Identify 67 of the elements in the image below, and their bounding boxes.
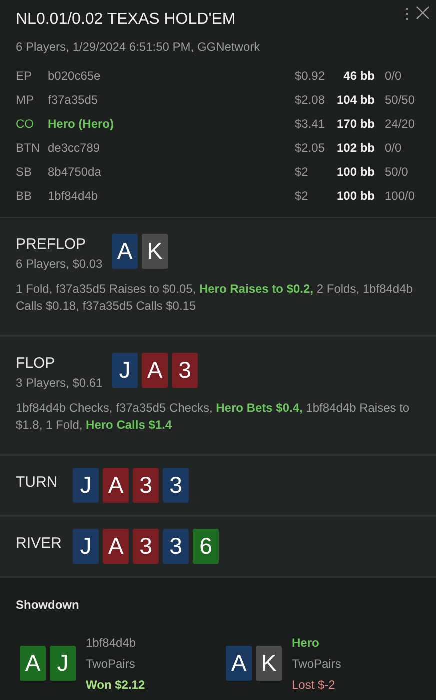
position-label: MP (16, 92, 35, 108)
big-blinds: 104 bb (336, 92, 375, 108)
player-stats: 24/20 (384, 116, 416, 132)
player-name: 1bf84d4b (86, 634, 138, 652)
hand-rank: TwoPairs (86, 656, 136, 672)
player-name: 1bf84d4b (48, 188, 100, 204)
player-name: b020c65e (48, 68, 102, 84)
action-log: 1 Fold, f37a35d5 Raises to $0.05, Hero Raises to $0.2, 2 Folds, 1bf84d4b Calls $0.18, f37a35d5 Calls $0.15 (16, 280, 414, 315)
playing-card: J (73, 528, 99, 564)
playing-card: J (112, 352, 138, 388)
position-label: CO (16, 116, 35, 132)
stack-amount: $2.05 (295, 140, 326, 156)
street-info: 6 Players, $0.03 (16, 256, 104, 273)
playing-card: 3 (163, 528, 189, 564)
playing-card: 3 (133, 528, 159, 564)
playing-card: K (142, 234, 168, 269)
player-stats: 0/0 (384, 140, 403, 156)
player-stats: 50/0 (384, 164, 410, 180)
player-stats: 100/0 (384, 188, 416, 204)
stack-amount: $2.08 (295, 92, 326, 108)
more-icon[interactable] (406, 8, 410, 20)
street-name: TURN (16, 472, 59, 492)
playing-card: A (112, 234, 138, 269)
section-title: Showdown (16, 596, 80, 614)
stack-amount: $3.41 (295, 116, 326, 132)
playing-card: A (103, 468, 129, 502)
player-name: Hero (Hero) (48, 116, 116, 132)
position-label: EP (16, 68, 34, 84)
playing-card: K (256, 646, 282, 681)
playing-card: 6 (193, 528, 219, 564)
player-name: Hero (292, 634, 320, 652)
position-label: BB (16, 188, 34, 204)
playing-card: A (103, 528, 129, 564)
playing-card: 3 (133, 468, 159, 502)
playing-card: 3 (163, 468, 189, 502)
playing-card: 3 (172, 352, 198, 388)
playing-card: J (73, 468, 99, 502)
window-title: NL0.01/0.02 TEXAS HOLD'EM (16, 10, 236, 30)
playing-card: A (142, 352, 168, 388)
stack-amount: $2 (295, 164, 310, 180)
playing-card: A (20, 646, 46, 681)
result-amount: Lost $-2 (292, 676, 336, 694)
position-label: SB (16, 164, 34, 180)
playing-card: A (226, 646, 252, 681)
close-icon[interactable] (416, 6, 430, 20)
position-label: BTN (16, 140, 41, 156)
big-blinds: 46 bb (342, 68, 375, 84)
result-amount: Won $2.12 (86, 676, 146, 694)
stack-amount: $0.92 (295, 68, 326, 84)
player-stats: 50/50 (384, 92, 416, 108)
playing-card: J (50, 646, 76, 681)
big-blinds: 100 bb (336, 164, 375, 180)
player-name: 8b4750da (48, 164, 102, 180)
action-log: 1bf84d4b Checks, f37a35d5 Checks, Hero Bets $0.4, 1bf84d4b Raises to $1.8, 1 Fold, Hero Calls $1.4 (16, 400, 411, 434)
stack-amount: $2 (295, 188, 310, 204)
player-name: f37a35d5 (48, 92, 100, 108)
hand-rank: TwoPairs (292, 656, 342, 672)
player-stats: 0/0 (384, 68, 403, 84)
street-name: RIVER (16, 534, 63, 554)
street-name: FLOP (16, 354, 56, 374)
street-name: PREFLOP (16, 236, 88, 255)
big-blinds: 102 bb (336, 140, 375, 156)
street-info: 3 Players, $0.61 (16, 374, 104, 392)
subtitle: 6 Players, 1/29/2024 6:51:50 PM, GGNetwork (16, 39, 262, 56)
big-blinds: 100 bb (336, 188, 375, 204)
player-name: de3cc789 (48, 140, 102, 156)
big-blinds: 170 bb (336, 116, 375, 132)
